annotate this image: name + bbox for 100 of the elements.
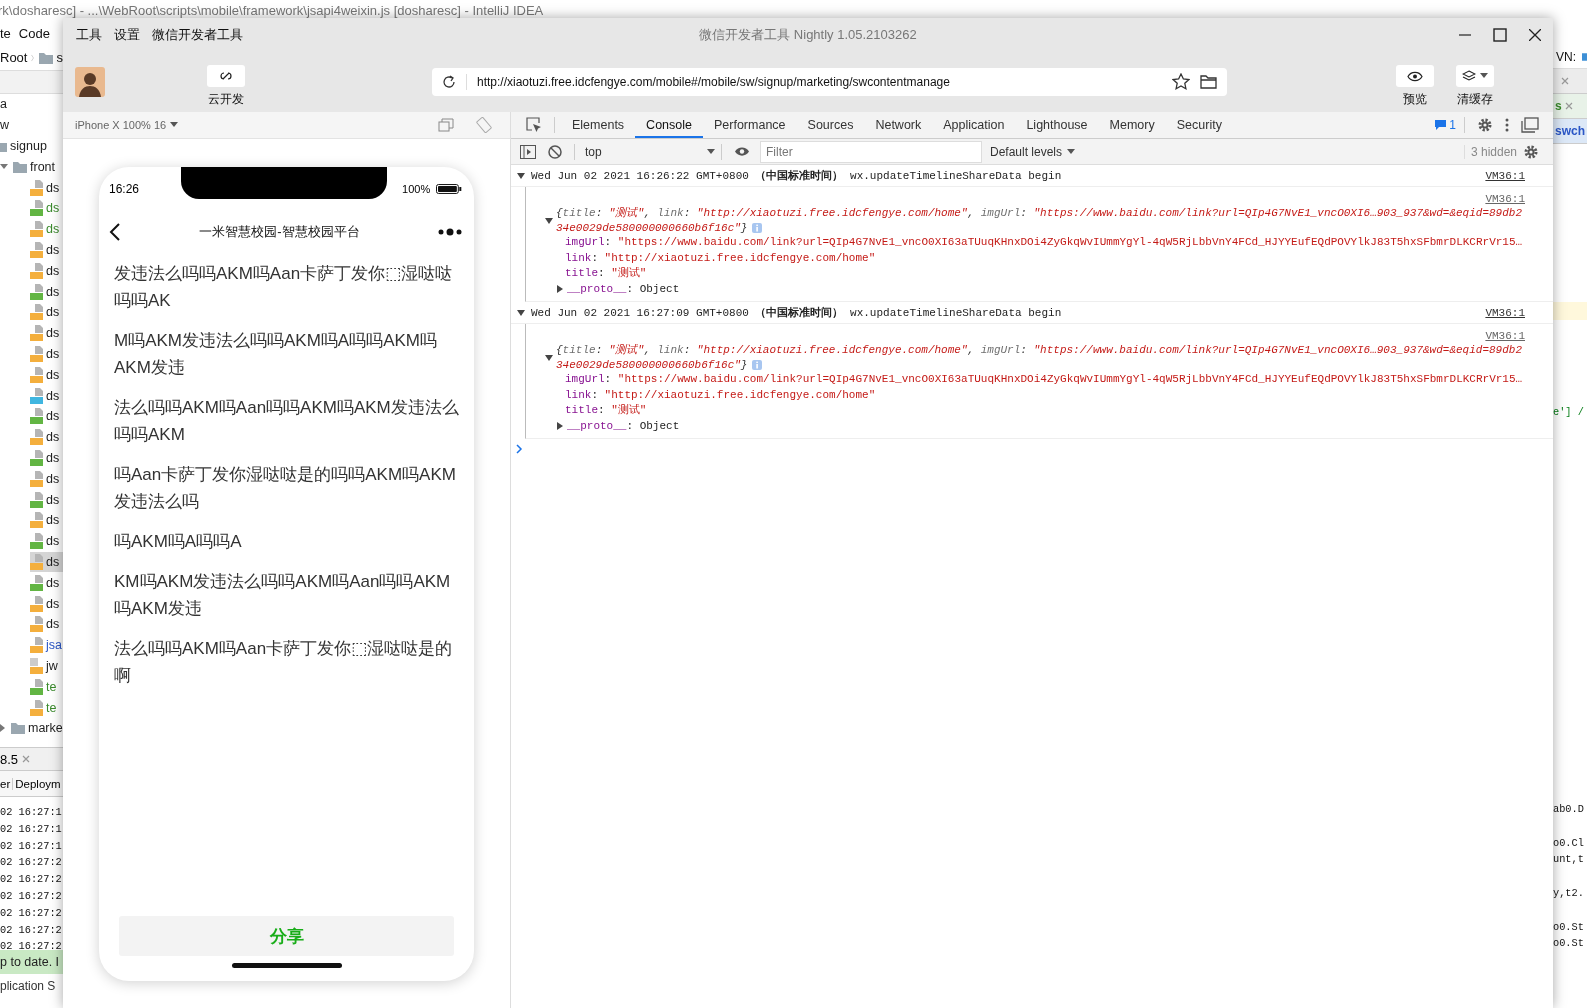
tree-item[interactable]: ds [30,530,63,552]
file-name[interactable]: ds [46,596,60,611]
file-name[interactable]: ds [46,242,60,257]
file-name[interactable]: ds [46,346,60,361]
file-name[interactable]: ds [46,180,60,195]
tree-item[interactable]: ds [30,364,63,386]
url-text[interactable]: http://xiaotuzi.free.idcfengye.com/mobile#/mobile/sw/signup/marketing/swcontentmanage [477,74,950,89]
file-name[interactable]: jsa [46,638,62,653]
source-link[interactable]: VM36:1 [1485,306,1525,319]
collapse-arrow-icon[interactable] [557,285,563,294]
file-name[interactable]: ds [46,222,60,237]
tree-label[interactable]: w [0,118,10,133]
file-name[interactable]: te [46,679,57,694]
tab[interactable]: Application [932,112,1016,138]
file-name[interactable]: ds [46,409,60,424]
tree-item[interactable]: ds [30,572,63,594]
tree-item[interactable]: te [30,676,63,698]
breadcrumb-item[interactable]: Root [0,50,28,65]
tree-item[interactable]: te [30,697,63,718]
menu-item[interactable]: 工具 [76,25,102,44]
refresh-icon[interactable] [442,74,456,89]
tree-label[interactable]: a [0,97,7,112]
tab-label[interactable]: s [1555,99,1562,113]
tree-item[interactable]: ds [30,447,63,469]
tree-item[interactable]: ds [30,426,63,448]
file-name[interactable]: ds [46,305,60,320]
clear-cache-button[interactable] [1456,65,1494,87]
more-icon[interactable] [438,228,462,236]
close-icon[interactable] [1529,28,1541,41]
tab[interactable]: Lighthouse [1015,112,1099,138]
levels-select[interactable]: Default levels [990,144,1076,159]
expand-arrow-icon[interactable] [545,354,553,361]
tree-label[interactable]: signup [10,139,47,153]
tab[interactable]: Memory [1098,112,1166,138]
tree-item[interactable]: ds [30,301,63,323]
tree-item[interactable]: ds [30,322,63,344]
prompt-icon[interactable] [516,444,523,454]
settings-icon[interactable] [1523,143,1539,160]
tab[interactable]: Network [864,112,933,138]
editor-tab[interactable]: swch [1553,119,1587,144]
tab[interactable]: Performance [703,112,797,138]
button-label[interactable]: 云开发 [208,91,244,108]
file-name[interactable]: ds [46,430,60,445]
file-name[interactable]: ds [46,201,60,216]
file-name[interactable]: ds [46,617,60,632]
expand-arrow-icon[interactable] [517,172,525,179]
filter-field[interactable]: Filter [760,140,982,163]
menu-item[interactable]: 设置 [114,25,140,44]
source-link[interactable]: VM36:1 [1485,169,1525,182]
tree-item[interactable]: jw [30,655,63,677]
tree-item[interactable]: ds [30,239,63,261]
cloud-button[interactable] [207,65,245,87]
messages-button[interactable]: 1 [1435,118,1456,132]
tree-item[interactable]: ds [30,489,63,510]
file-name[interactable]: ds [46,367,60,382]
file-name[interactable]: ds [46,263,60,278]
avatar-icon[interactable] [75,66,105,97]
tree-item[interactable]: ds [30,218,63,240]
context-select[interactable]: top [581,144,715,159]
back-icon[interactable] [109,223,121,241]
dock-icon[interactable] [1521,117,1539,133]
collapse-arrow-icon[interactable] [557,422,563,431]
editor-tab[interactable]: s [1553,94,1587,119]
menu-item[interactable]: 微信开发者工具 [152,25,243,44]
collapse-arrow-icon[interactable] [0,724,6,733]
file-name[interactable]: ds [46,554,60,569]
toolbar-tab[interactable]: er [0,777,14,790]
eye-icon[interactable] [734,146,750,157]
tree-item[interactable]: ds [30,343,63,365]
file-name[interactable]: ds [46,450,60,465]
tree-item[interactable]: ds [30,551,63,573]
menu-item[interactable]: Code [18,26,50,41]
tree-item[interactable]: ds [30,468,63,490]
expand-arrow-icon[interactable] [545,217,553,224]
source-link[interactable]: VM36:1 [1485,192,1525,206]
tree-label[interactable]: front [30,159,55,174]
tab-label[interactable]: swch [1555,124,1585,138]
file-name[interactable]: ds [46,513,60,528]
file-name[interactable]: ds [46,326,60,341]
more-icon[interactable] [1505,118,1509,132]
tree-item[interactable]: ds [30,509,63,531]
file-name[interactable]: ds [46,284,60,299]
star-icon[interactable] [1172,73,1190,90]
button-label[interactable]: 清缓存 [1457,91,1493,108]
file-name[interactable]: jw [46,658,58,673]
tree-item[interactable]: ds [30,405,63,427]
file-name[interactable]: ds [46,575,60,590]
breadcrumb-item[interactable]: s [56,50,63,65]
button-label[interactable]: 预览 [1403,91,1427,108]
address-bar[interactable]: http://xiaotuzi.free.idcfengye.com/mobile#/mobile/sw/signup/marketing/swcontentmanage [432,67,1227,96]
tree-item[interactable]: ds [30,385,63,406]
file-name[interactable]: ds [46,388,60,403]
file-name[interactable]: te [46,700,57,715]
caret-icon[interactable] [1480,73,1488,79]
device-select[interactable]: iPhone X 100% 16 [75,119,179,131]
tree-item[interactable]: jsa [30,634,63,656]
expand-arrow-icon[interactable] [0,163,8,170]
inspect-icon[interactable] [526,117,542,133]
tab[interactable]: Security [1165,112,1233,138]
settings-icon[interactable] [1477,117,1493,133]
